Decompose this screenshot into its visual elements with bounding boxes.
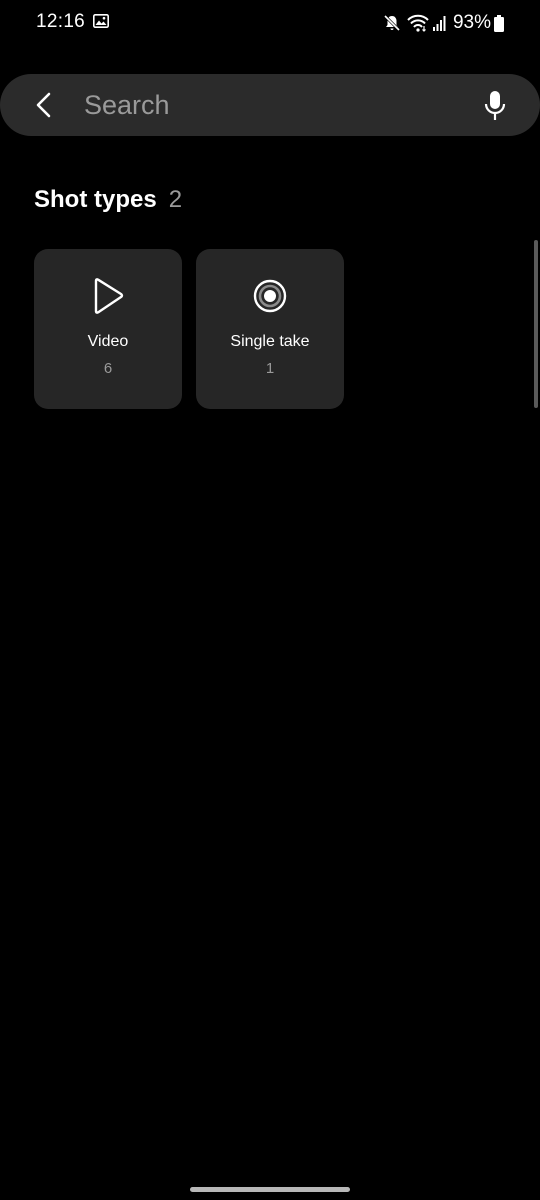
back-icon[interactable] — [32, 91, 56, 119]
tile-count: 6 — [103, 360, 113, 377]
battery-icon — [494, 14, 504, 32]
search-bar — [0, 74, 540, 136]
single-take-icon — [253, 279, 287, 313]
mic-icon[interactable] — [482, 90, 508, 122]
play-icon — [94, 278, 124, 314]
scrollbar[interactable] — [534, 240, 538, 408]
home-indicator[interactable] — [190, 1187, 350, 1192]
tile-single-take[interactable]: Single take 1 — [196, 249, 344, 409]
tile-label: Single take — [230, 333, 310, 350]
tile-label: Video — [87, 333, 129, 350]
mute-icon — [383, 14, 401, 32]
battery-percent: 93% — [452, 12, 491, 33]
section-count: 2 — [168, 186, 183, 213]
signal-icon — [432, 16, 446, 31]
status-time: 12:16 — [36, 11, 86, 32]
section-title: Shot types — [34, 186, 157, 213]
section-header: Shot types 2 — [34, 186, 182, 220]
tile-count: 1 — [265, 360, 275, 377]
wifi-icon — [407, 14, 429, 32]
search-input[interactable] — [84, 86, 464, 124]
gallery-icon — [93, 14, 109, 28]
tile-video[interactable]: Video 6 — [34, 249, 182, 409]
status-icons: 93% — [383, 11, 504, 35]
status-bar: 12:16 93% — [0, 0, 540, 46]
